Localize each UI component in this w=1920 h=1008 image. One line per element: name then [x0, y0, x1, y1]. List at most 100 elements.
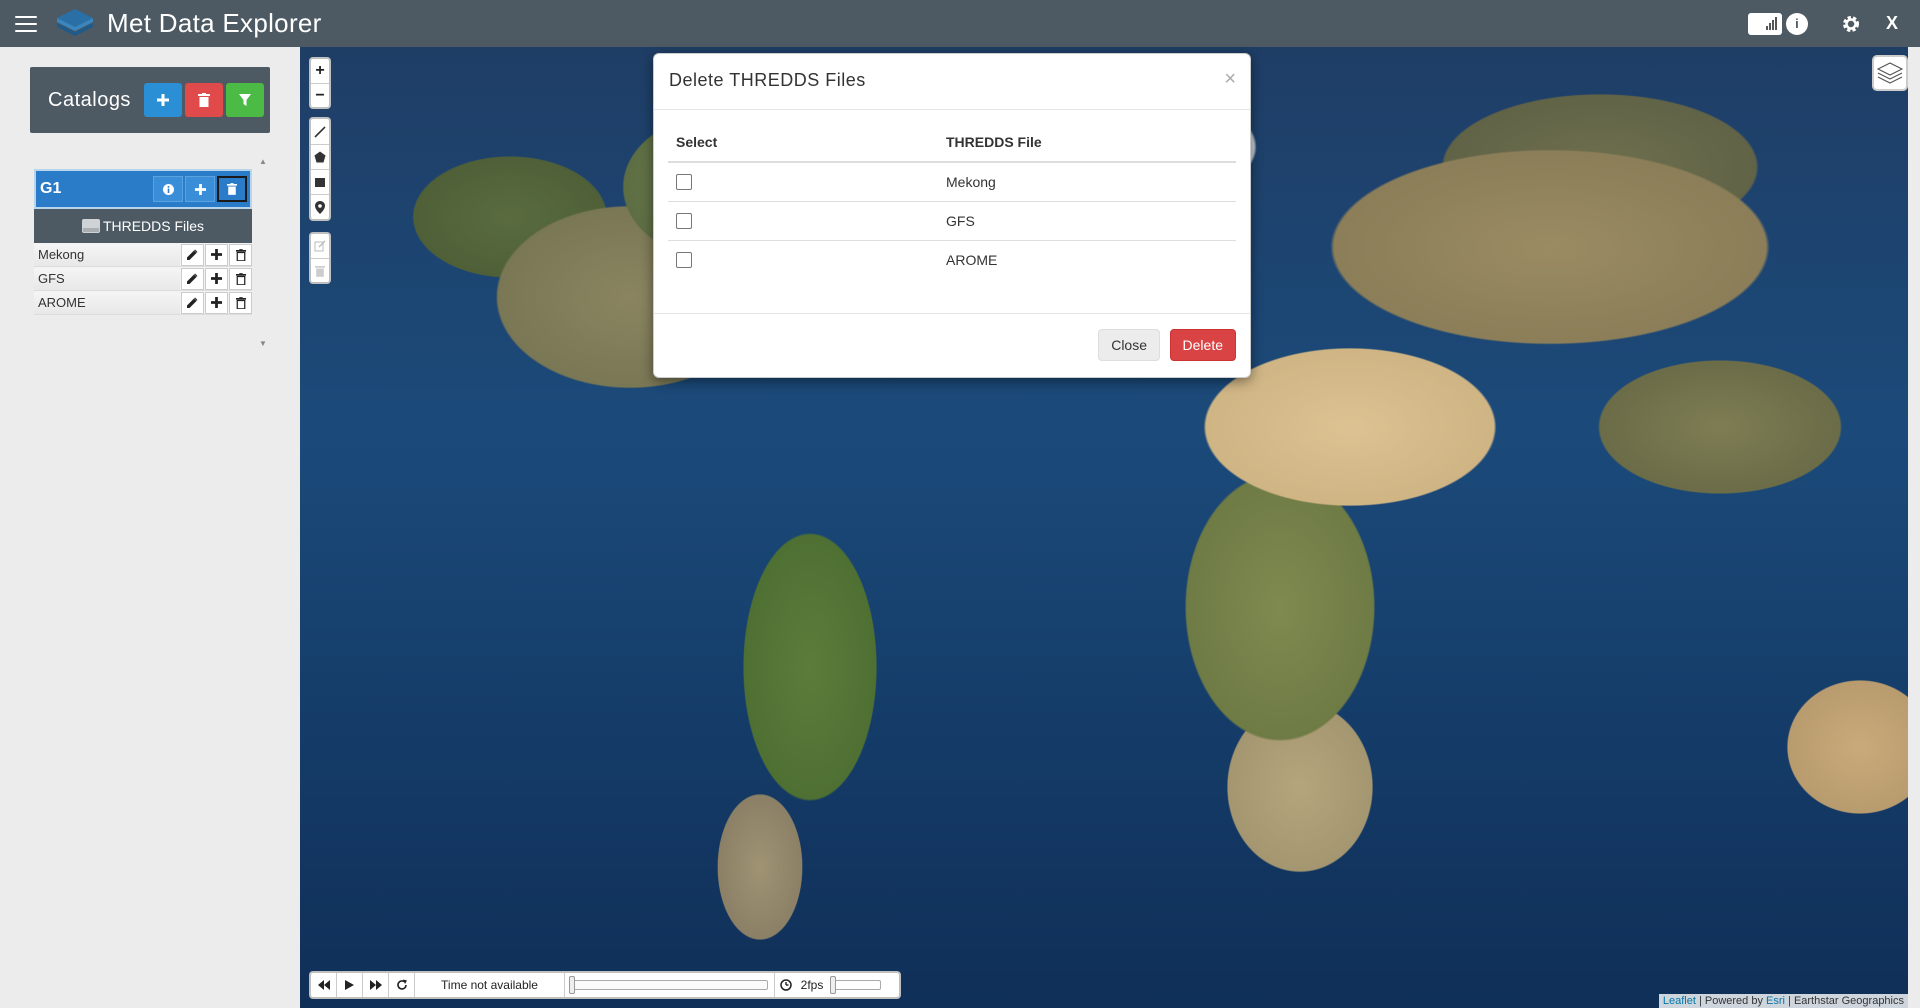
- top-navbar: Met Data Explorer i X: [0, 0, 1920, 47]
- group-info-button[interactable]: [153, 176, 183, 202]
- attribution-source-text: | Earthstar Geographics: [1784, 995, 1904, 1007]
- attribution-powered-text: | Powered by: [1695, 995, 1767, 1007]
- plus-icon: [211, 249, 222, 260]
- time-dimension-control: Time not available 2fps: [309, 971, 901, 999]
- group-add-button[interactable]: [185, 176, 215, 202]
- pencil-icon: [187, 273, 198, 284]
- edit-icon: [314, 240, 326, 252]
- draw-marker-button[interactable]: [311, 194, 329, 219]
- modal-title: Delete THREDDS Files: [669, 70, 866, 90]
- trash-icon: [227, 183, 237, 195]
- modal-header: Delete THREDDS Files ×: [654, 54, 1250, 110]
- draw-polygon-button[interactable]: [311, 144, 329, 169]
- hamburger-menu-icon[interactable]: [15, 15, 37, 32]
- add-catalog-button[interactable]: [143, 83, 182, 117]
- group-delete-button[interactable]: [217, 176, 247, 202]
- select-checkbox[interactable]: [676, 174, 692, 191]
- layers-control-icon[interactable]: [1872, 55, 1908, 91]
- draw-polyline-button[interactable]: [311, 119, 329, 144]
- backward-button[interactable]: [311, 973, 337, 997]
- file-name[interactable]: Mekong: [34, 243, 180, 266]
- add-file-button[interactable]: [205, 267, 228, 290]
- thredds-files-label: THREDDS Files: [102, 218, 205, 234]
- scroll-down-icon[interactable]: ▼: [259, 339, 267, 348]
- table-row: GFS: [668, 200, 1236, 240]
- trash-icon: [315, 265, 325, 277]
- filter-icon: [238, 94, 251, 106]
- delete-file-button[interactable]: [229, 267, 252, 290]
- add-file-button[interactable]: [205, 243, 228, 266]
- delete-layers-button[interactable]: [311, 258, 329, 282]
- catalog-group: G1 THREDDS Files Mekong GFS AROME: [34, 169, 252, 315]
- table-row: AROME: [668, 239, 1236, 279]
- sidebar: Catalogs ▲ G1 THREDDS Files Mekong GFS A…: [0, 47, 300, 1008]
- time-slider-thumb[interactable]: [569, 976, 575, 994]
- fps-display: 2fps: [800, 978, 824, 992]
- esri-link[interactable]: Esri: [1766, 995, 1785, 1007]
- play-button[interactable]: [337, 973, 363, 997]
- plus-icon: [211, 273, 222, 284]
- time-slider[interactable]: [565, 973, 775, 997]
- app-title: Met Data Explorer: [107, 8, 322, 38]
- thredds-files-table: Select THREDDS File Mekong GFS AROME: [668, 122, 1236, 279]
- edit-toolbar: [309, 232, 331, 284]
- zoom-in-button[interactable]: +: [311, 59, 329, 83]
- plus-icon: [156, 94, 169, 106]
- group-name: G1: [40, 180, 62, 197]
- edit-file-button[interactable]: [181, 267, 204, 290]
- delete-file-button[interactable]: [229, 243, 252, 266]
- file-cell: GFS: [938, 200, 1236, 240]
- trash-icon: [197, 93, 210, 107]
- delete-catalog-button[interactable]: [184, 83, 223, 117]
- app-logo-icon: [55, 7, 95, 41]
- delete-button[interactable]: Delete: [1169, 329, 1236, 361]
- scroll-up-icon[interactable]: ▲: [259, 157, 267, 166]
- column-header-select: Select: [668, 122, 938, 163]
- catalogs-label: Catalogs: [48, 88, 131, 111]
- hard-drive-icon: [81, 219, 100, 233]
- edit-layers-button[interactable]: [311, 234, 329, 258]
- filter-catalog-button[interactable]: [225, 83, 264, 117]
- file-name[interactable]: GFS: [34, 267, 180, 290]
- edit-file-button[interactable]: [181, 291, 204, 314]
- file-cell: Mekong: [938, 161, 1236, 201]
- trash-icon: [235, 272, 246, 285]
- table-row: Mekong: [668, 161, 1236, 201]
- select-checkbox[interactable]: [676, 252, 692, 269]
- speed-slider[interactable]: [827, 973, 887, 997]
- close-button[interactable]: Close: [1098, 329, 1160, 361]
- gear-icon[interactable]: [1836, 9, 1866, 39]
- column-header-file: THREDDS File: [938, 122, 1236, 163]
- modal-body: Select THREDDS File Mekong GFS AROME: [654, 110, 1250, 313]
- close-app-button[interactable]: X: [1886, 9, 1898, 39]
- file-row: GFS: [34, 267, 252, 291]
- trash-icon: [235, 248, 246, 261]
- plus-icon: [194, 183, 206, 195]
- forward-button[interactable]: [363, 973, 389, 997]
- time-display: Time not available: [415, 973, 565, 997]
- draw-rectangle-button[interactable]: [311, 169, 329, 194]
- edit-file-button[interactable]: [181, 243, 204, 266]
- leaflet-link[interactable]: Leaflet: [1663, 995, 1696, 1007]
- map-marker-icon: [315, 200, 325, 214]
- map-attribution: Leaflet | Powered by Esri | Earthstar Ge…: [1658, 994, 1908, 1008]
- file-row: Mekong: [34, 243, 252, 267]
- draw-toolbar: [309, 117, 331, 221]
- polygon-icon: [314, 151, 326, 163]
- add-file-button[interactable]: [205, 291, 228, 314]
- refresh-icon: [396, 979, 407, 990]
- modal-close-icon[interactable]: ×: [1224, 68, 1236, 91]
- speed-icon: [775, 973, 797, 997]
- delete-file-button[interactable]: [229, 291, 252, 314]
- signal-icon[interactable]: [1747, 12, 1782, 35]
- info-icon[interactable]: i: [1785, 12, 1808, 35]
- loop-button[interactable]: [389, 973, 415, 997]
- plus-icon: [211, 297, 222, 308]
- zoom-control: + −: [309, 57, 331, 109]
- file-name[interactable]: AROME: [34, 291, 180, 314]
- catalogs-panel: Catalogs: [30, 67, 270, 133]
- select-checkbox[interactable]: [676, 213, 692, 230]
- zoom-out-button[interactable]: −: [311, 83, 329, 107]
- speed-slider-thumb[interactable]: [830, 976, 836, 994]
- thredds-files-header: THREDDS Files: [34, 209, 252, 243]
